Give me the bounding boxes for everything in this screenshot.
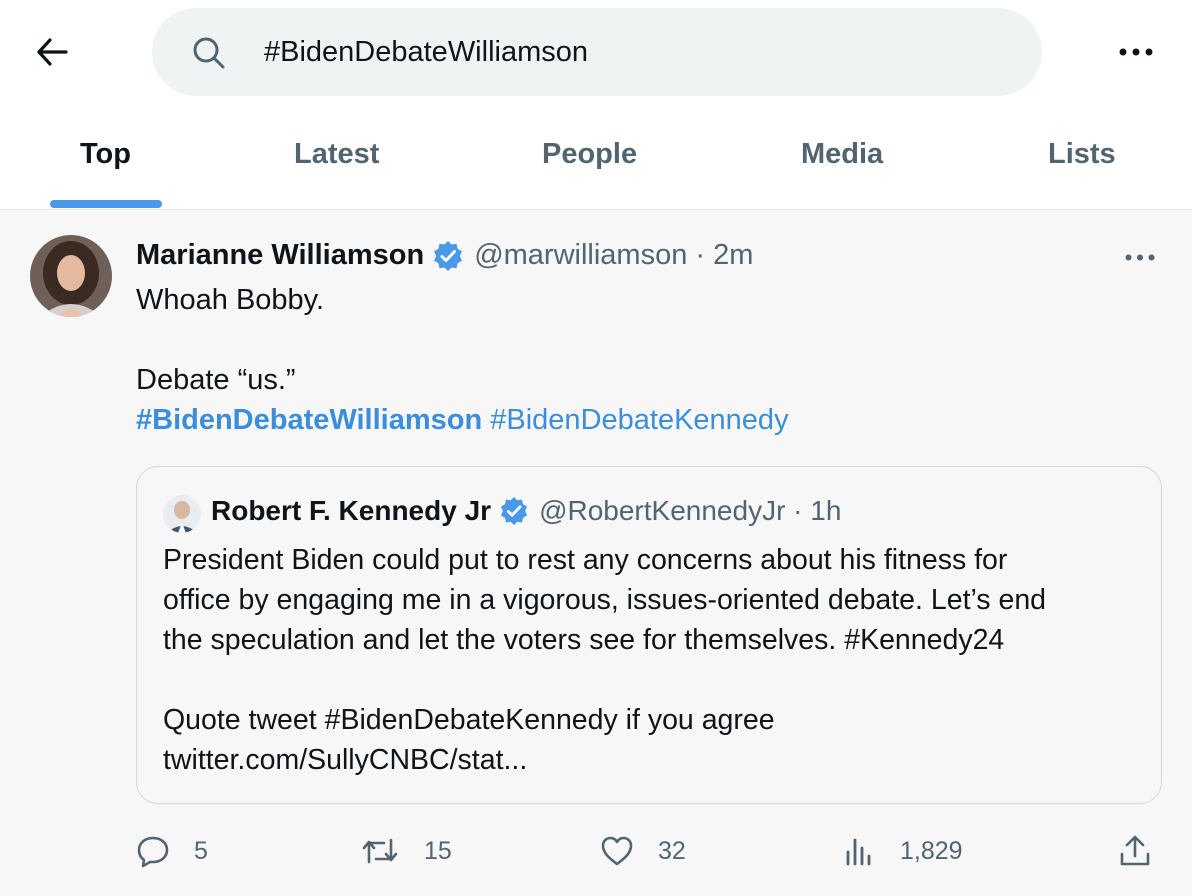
share-icon: [1120, 835, 1150, 866]
top-bar: #BidenDebateWilliamson: [0, 0, 1192, 104]
reply-icon: [137, 836, 169, 868]
verified-badge-icon: [500, 496, 528, 526]
quoted-hashtag: #Kennedy24: [844, 624, 1005, 656]
quoted-text-line: the speculation and let the voters see f…: [163, 624, 1004, 657]
reply-button[interactable]: 5: [136, 834, 208, 868]
active-tab-indicator: [50, 200, 162, 208]
quoted-text-line: office by engaging me in a vigorous, iss…: [163, 584, 1047, 616]
tab-top[interactable]: Top: [80, 138, 131, 171]
heart-icon: [601, 836, 633, 866]
views-button[interactable]: 1,829: [842, 834, 963, 868]
quoted-avatar: [163, 495, 201, 533]
tweet[interactable]: Marianne Williamson @marwilliamson · 2m …: [0, 211, 1192, 896]
more-options-icon[interactable]: [1112, 34, 1160, 70]
tab-latest[interactable]: Latest: [294, 138, 379, 171]
author-name[interactable]: Marianne Williamson: [136, 239, 424, 272]
tweet-actions: 5 15 32 1,829: [0, 826, 1192, 876]
tab-people[interactable]: People: [542, 138, 637, 171]
retweet-icon: [362, 838, 398, 864]
back-arrow-icon[interactable]: [28, 30, 76, 74]
search-input[interactable]: #BidenDebateWilliamson: [264, 36, 588, 69]
view-count: 1,829: [900, 836, 963, 865]
tab-media[interactable]: Media: [801, 138, 883, 171]
tweet-more-icon[interactable]: [1120, 247, 1160, 267]
analytics-icon: [846, 838, 871, 866]
tweet-header: Marianne Williamson @marwilliamson · 2m: [136, 239, 753, 272]
tweet-text-line: Debate “us.”: [136, 364, 296, 396]
quoted-text-line: Quote tweet #BidenDebateKennedy if you a…: [163, 704, 775, 736]
tweet-text-line: Whoah Bobby.: [136, 284, 325, 316]
like-button[interactable]: 32: [600, 834, 686, 868]
reply-count: 5: [194, 836, 208, 865]
quoted-text-segment: the speculation and let the voters see f…: [163, 624, 845, 656]
hashtag-link[interactable]: #BidenDebateKennedy: [490, 404, 788, 436]
retweet-count: 15: [424, 836, 452, 865]
quoted-tweet[interactable]: Robert F. Kennedy Jr @RobertKennedyJr · …: [136, 466, 1162, 804]
search-bar[interactable]: #BidenDebateWilliamson: [152, 8, 1042, 96]
avatar[interactable]: [30, 235, 112, 317]
quoted-author-handle: @RobertKennedyJr · 1h: [539, 495, 842, 526]
hashtag-link[interactable]: #BidenDebateWilliamson: [136, 404, 482, 436]
search-icon: [193, 37, 225, 69]
quoted-author-name: Robert F. Kennedy Jr: [211, 495, 492, 526]
like-count: 32: [658, 836, 686, 865]
search-tabs: Top Latest People Media Lists: [0, 104, 1192, 210]
quoted-header: Robert F. Kennedy Jr @RobertKennedyJr · …: [211, 495, 841, 527]
tab-lists[interactable]: Lists: [1048, 138, 1116, 171]
quoted-link: twitter.com/SullyCNBC/stat...: [163, 744, 528, 776]
quoted-text-line: President Biden could put to rest any co…: [163, 544, 1008, 576]
verified-badge-icon: [434, 240, 463, 271]
share-button[interactable]: [1118, 834, 1152, 868]
tweet-hashtags: #BidenDebateWilliamson #BidenDebateKenne…: [136, 404, 789, 437]
retweet-button[interactable]: 15: [360, 834, 452, 868]
author-handle[interactable]: @marwilliamson · 2m: [474, 239, 753, 272]
